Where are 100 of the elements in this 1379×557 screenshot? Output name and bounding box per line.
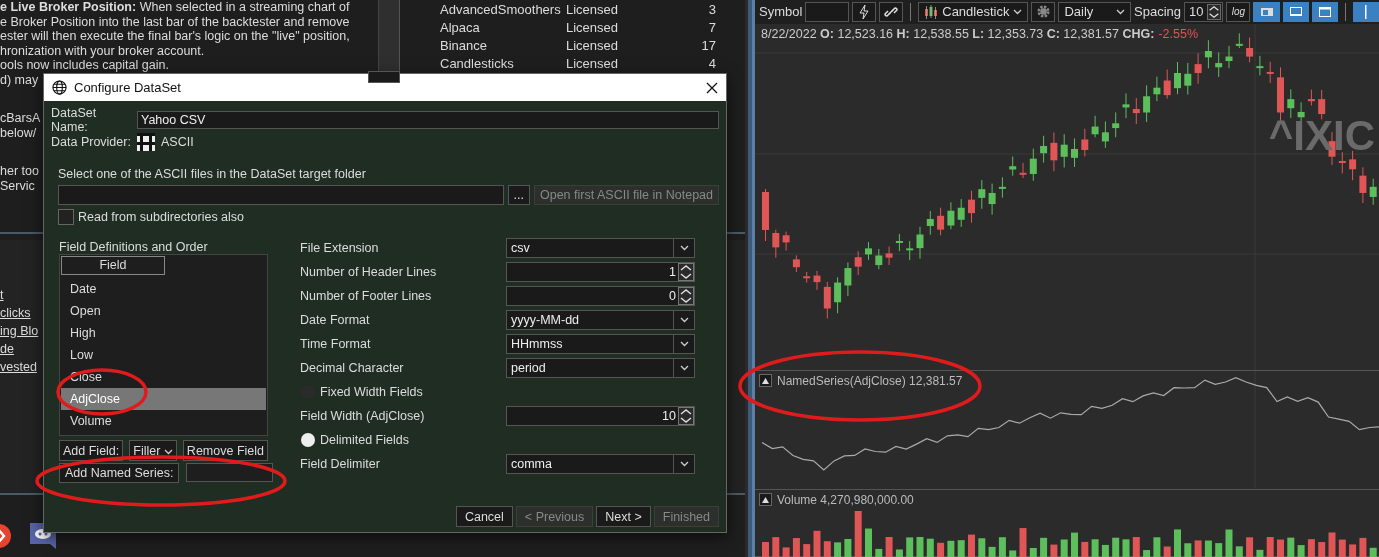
close-icon (706, 81, 718, 94)
link-icon (884, 4, 899, 19)
radio-button[interactable] (300, 432, 316, 448)
splitter-bar[interactable] (745, 0, 755, 557)
table-cell-text: Alpaca (440, 19, 481, 35)
note-text: ools now includes capital gain. (0, 58, 169, 73)
column-header[interactable]: Field (61, 256, 165, 275)
toolbar-label: Symbol (759, 4, 803, 20)
series-name-field[interactable] (186, 463, 274, 482)
number-spinner[interactable]: 1 (506, 262, 695, 282)
table-cell-text: Candlesticks (440, 55, 515, 71)
collapse-button[interactable] (759, 374, 772, 388)
file-path-field[interactable] (58, 185, 504, 205)
name-field[interactable]: Yahoo CSV (137, 111, 719, 129)
dropdown[interactable]: yyyy-MM-dd (506, 310, 695, 330)
dropdown[interactable]: comma (506, 454, 695, 474)
pane-label: NamedSeries(AdjClose) 12,381.57 (777, 373, 963, 388)
view-toggle[interactable] (1282, 1, 1309, 22)
splitter-handle[interactable] (368, 71, 400, 83)
spin-arrows-icon (1207, 3, 1222, 20)
monitor-icon (1288, 5, 1303, 18)
link[interactable]: vested (0, 360, 37, 374)
dropdown[interactable]: csv (506, 238, 695, 258)
price-change: -2.55% (1158, 26, 1198, 41)
setting-label: File Extension (300, 241, 380, 255)
link[interactable]: t (0, 288, 4, 302)
note-text: Servic (0, 178, 35, 193)
table-cell-text: Licensed (566, 19, 620, 35)
dropdown[interactable]: HHmmss (506, 334, 695, 354)
toolbar-label: Spacing (1134, 4, 1181, 20)
wizard-button[interactable]: Cancel (455, 506, 513, 527)
list-item[interactable]: High (61, 322, 266, 344)
section-label: Field Definitions and Order (59, 240, 209, 254)
circle-logo-icon[interactable] (0, 523, 12, 549)
setting-label: Number of Footer Lines (300, 289, 433, 303)
lightning-icon (859, 4, 870, 19)
number-spinner[interactable]: 0 (506, 286, 695, 306)
window-icon (1259, 5, 1274, 18)
note-text: e Broker Position into the last bar of the backtester and remove (0, 14, 350, 29)
note-text: below/ (0, 125, 37, 140)
setting-label: Field Width (AdjClose) (300, 409, 426, 423)
pixel-grid-icon (137, 133, 155, 151)
setting-label: Field Delimiter (300, 457, 381, 471)
add-field-button[interactable]: Add Field: (59, 440, 124, 461)
table-cell-text: Licensed (566, 1, 620, 17)
caret-icon (679, 461, 689, 467)
radio-label: Fixed Width Fields (320, 385, 423, 399)
setting-label: Time Format (300, 337, 372, 351)
dialog-title: Configure DataSet (74, 80, 182, 95)
price-summary: 8/22/2022 O: 12,523.16 H: 12,538.55 L: 12,353.73 C: 12,381.57 CHG: (761, 26, 1155, 41)
symbol-field[interactable] (805, 1, 850, 22)
spin-arrows-icon (678, 407, 694, 425)
view-toggle[interactable] (1253, 1, 1280, 22)
settings-button[interactable] (1031, 1, 1056, 22)
settings-icon (1035, 4, 1051, 20)
radio-label: Delimited Fields (320, 433, 409, 447)
spin-arrows-icon (678, 263, 694, 281)
provider-name: ASCII (161, 135, 194, 149)
table-cell-text: 4 (707, 55, 716, 71)
wizard-button[interactable]: Next > (596, 506, 651, 527)
link[interactable]: ing Blo (0, 324, 39, 338)
view-toggle[interactable] (1311, 1, 1338, 22)
scale-dropdown[interactable]: Daily (1058, 1, 1131, 22)
browse-button[interactable]: ... (507, 185, 530, 205)
note-text: cBarsA (0, 111, 41, 126)
link[interactable]: de (0, 342, 14, 356)
list-item[interactable]: AdjClose (61, 388, 266, 410)
pane-label: Volume 4,270,980,000.00 (777, 492, 914, 507)
setting-label: Number of Header Lines (300, 265, 438, 279)
spacing-spinner[interactable]: 10 (1184, 1, 1224, 22)
chart-style-dropdown[interactable]: Candlestick (918, 1, 1029, 22)
vertical-line-icon (1363, 4, 1368, 19)
remove-field-button[interactable]: Remove Field (182, 440, 268, 461)
setting-label: Decimal Character (300, 361, 405, 375)
caret-icon (163, 448, 173, 455)
number-spinner[interactable]: 10 (506, 406, 695, 426)
list-item[interactable]: Date (61, 278, 266, 300)
dropdown[interactable]: period (506, 358, 695, 378)
checkbox[interactable] (58, 209, 74, 225)
caret-icon (1116, 8, 1125, 15)
link[interactable]: clicks (0, 306, 31, 320)
link-button[interactable] (879, 1, 904, 22)
list-item[interactable]: Volume (61, 410, 266, 432)
caret-icon (679, 365, 689, 371)
symbol-watermark: ^IXIC (1268, 111, 1375, 160)
caret-icon (679, 317, 689, 323)
spin-arrows-icon (678, 287, 694, 305)
lightning-button[interactable] (852, 1, 877, 22)
collapse-button[interactable] (759, 493, 772, 507)
checkbox-label: Read from subdirectories also (78, 210, 245, 224)
field-label: Data Provider: (51, 135, 131, 149)
list-item[interactable]: Low (61, 344, 266, 366)
table-cell-text: Licensed (566, 55, 620, 71)
log-scale-toggle[interactable]: log (1226, 1, 1251, 22)
field-label: DataSet Name: (51, 106, 98, 134)
add-named-series-button[interactable]: Add Named Series: (59, 463, 180, 483)
calendar-icon (1317, 5, 1332, 18)
list-item[interactable]: Open (61, 300, 266, 322)
view-toggle[interactable] (1352, 1, 1379, 22)
triangle-up-icon (762, 496, 769, 503)
